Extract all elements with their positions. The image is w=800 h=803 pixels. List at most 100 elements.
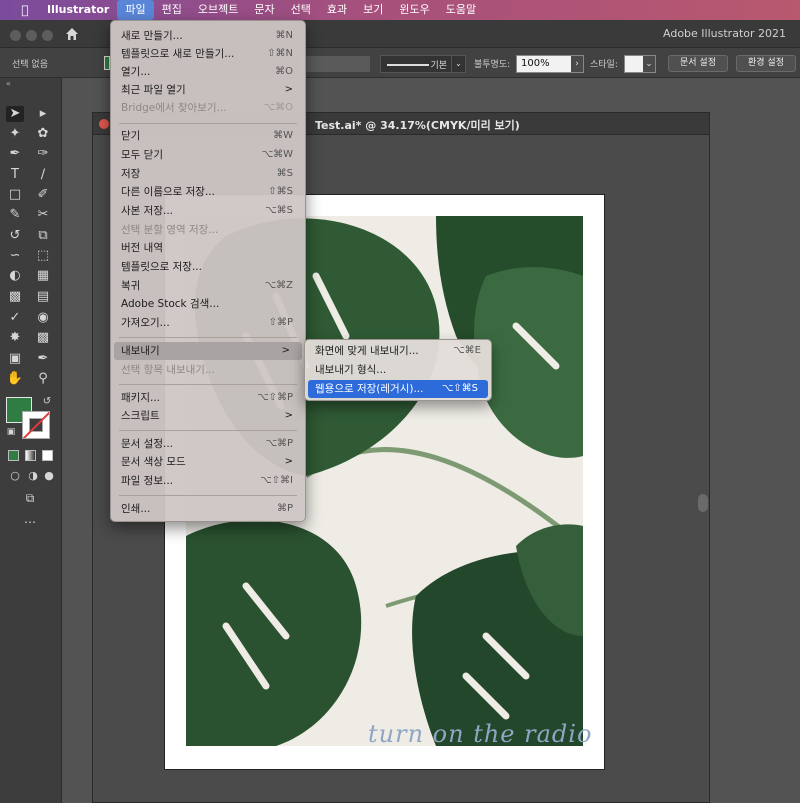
pen-tool-icon[interactable]: ✒ [6,146,24,162]
shaper-tool-icon[interactable]: ✎ [6,207,24,223]
stroke-style-dropdown[interactable]: 기본 ⌄ [380,55,466,73]
submenu-arrow-icon: > [284,456,293,467]
menu-effect[interactable]: 효과 [319,0,355,20]
paintbrush-tool-icon[interactable]: ✐ [34,187,52,203]
chevron-down-icon[interactable]: ⌄ [451,56,465,72]
rectangle-tool-icon[interactable]: □ [6,187,24,203]
collapse-panel-icon[interactable]: « [6,79,11,88]
artboard-tool-icon[interactable]: ▣ [6,351,24,367]
menu-item-document-setup[interactable]: 문서 설정... ⌥⌘P [111,435,305,453]
window-minimize-button[interactable] [26,30,37,41]
menu-item-place[interactable]: 가져오기... ⇧⌘P [111,314,305,332]
vertical-scrollbar[interactable] [698,494,708,512]
graphic-style-dropdown[interactable]: ⌄ [624,55,656,73]
free-transform-tool-icon[interactable]: ⬚ [34,248,52,264]
gradient-tool-icon[interactable]: ▤ [34,289,52,305]
selection-tool-icon[interactable]: ➤ [6,106,24,122]
preferences-button[interactable]: 환경 설정 [736,55,796,72]
menu-item-open-recent[interactable]: 최근 파일 열기 > [111,81,305,99]
menu-item-close[interactable]: 닫기 ⌘W [111,127,305,145]
slice-tool-icon[interactable]: ✒ [34,351,52,367]
eyedropper-tool-icon[interactable]: ✓ [6,310,24,326]
symbol-sprayer-icon[interactable]: ✸ [6,330,24,346]
scale-tool-icon[interactable]: ⧉ [34,228,52,244]
menu-item-open[interactable]: 열기... ⌘O [111,63,305,81]
menu-item-new-from-template[interactable]: 템플릿으로 새로 만들기... ⇧⌘N [111,45,305,63]
menu-item-save[interactable]: 저장 ⌘S [111,165,305,183]
menu-type[interactable]: 문자 [246,0,282,20]
menu-app-illustrator[interactable]: Illustrator [47,0,117,20]
perspective-grid-icon[interactable]: ▦ [34,268,52,284]
style-label: 스타일: [590,60,618,70]
hand-tool-icon[interactable]: ✋ [6,371,24,387]
scissors-tool-icon[interactable]: ✂ [34,207,52,223]
gradient-mode-icon[interactable] [25,450,36,461]
menu-item-save-as-template[interactable]: 템플릿으로 저장... [111,258,305,276]
menu-select[interactable]: 선택 [283,0,319,20]
width-tool-icon[interactable]: ∽ [6,248,24,264]
draw-normal-icon[interactable]: ○ [6,468,24,484]
line-tool-icon[interactable]: ∕ [34,167,52,183]
menu-item-new[interactable]: 새로 만들기... ⌘N [111,27,305,45]
window-zoom-button[interactable] [42,30,53,41]
menu-item-save-copy[interactable]: 사본 저장... ⌥⌘S [111,202,305,220]
file-menu: 새로 만들기... ⌘N 템플릿으로 새로 만들기... ⇧⌘N 열기... ⌘O 최… [110,20,306,522]
menu-item-label: 닫기 [121,130,141,142]
menu-item-export-for-screens[interactable]: 화면에 맞게 내보내기... ⌥⌘E [305,342,491,360]
more-tools-icon[interactable]: ⋯ [21,514,39,530]
opacity-input[interactable]: 100% › [516,55,584,73]
lasso-tool-icon[interactable]: ✿ [34,126,52,142]
rotate-tool-icon[interactable]: ↺ [6,228,24,244]
draw-inside-icon[interactable]: ● [40,468,58,484]
menu-item-save-for-web-legacy[interactable]: 웹용으로 저장(레거시)... ⌥⇧⌘S [308,380,488,398]
screen-mode-icon[interactable]: ⧉ [21,490,39,506]
menu-view[interactable]: 보기 [355,0,391,20]
magic-wand-icon[interactable]: ✦ [6,126,24,142]
none-slash-icon [23,412,49,438]
menu-object[interactable]: 오브젝트 [190,0,246,20]
menu-item-scripts[interactable]: 스크립트 > [111,407,305,425]
close-document-icon[interactable] [99,119,109,129]
menu-item-export-as[interactable]: 내보내기 형식... [305,361,491,379]
document-setup-button[interactable]: 문서 설정 [668,55,728,72]
menu-item-close-all[interactable]: 모두 닫기 ⌥⌘W [111,146,305,164]
mesh-tool-icon[interactable]: ▩ [6,289,24,305]
menu-item-revert[interactable]: 복귀 ⌥⌘Z [111,277,305,295]
home-icon[interactable] [64,26,80,42]
menu-item-package[interactable]: 패키지... ⌥⇧⌘P [111,389,305,407]
menu-item-save-as[interactable]: 다른 이름으로 저장... ⇧⌘S [111,183,305,201]
stroke-preview [387,64,429,66]
graph-tool-icon[interactable]: ▩ [34,330,52,346]
window-close-button[interactable] [10,30,21,41]
menu-item-file-info[interactable]: 파일 정보... ⌥⇧⌘I [111,472,305,490]
curvature-tool-icon[interactable]: ✑ [34,146,52,162]
menu-item-export-selection: 선택 항목 내보내기... [111,361,305,379]
menu-help[interactable]: 도움말 [438,0,484,20]
artwork-text: turn on the radio [368,720,593,748]
menu-item-version-history[interactable]: 버전 내역 [111,239,305,257]
swap-colors-icon[interactable]: ↺ [38,394,56,410]
blend-tool-icon[interactable]: ◉ [34,310,52,326]
menu-item-label: 최근 파일 열기 [121,84,186,96]
menu-file[interactable]: 파일 [117,0,154,20]
color-mode-icon[interactable] [8,450,19,461]
menu-item-document-color-mode[interactable]: 문서 색상 모드 > [111,453,305,471]
menu-item-export[interactable]: 내보내기 > [114,342,302,360]
menu-item-print[interactable]: 인쇄... ⌘P [111,500,305,518]
submenu-arrow-icon: > [281,345,290,356]
chevron-right-icon[interactable]: › [571,56,583,72]
document-title: Test.ai* @ 34.17%(CMYK/미리 보기) [315,119,520,132]
stroke-color-swatch[interactable] [22,411,50,439]
zoom-tool-icon[interactable]: ⚲ [34,371,52,387]
chevron-down-icon[interactable]: ⌄ [643,56,655,72]
menu-window[interactable]: 윈도우 [391,0,437,20]
direct-selection-tool-icon[interactable]: ▸ [34,106,52,122]
apple-icon[interactable]:  [17,3,33,17]
shape-builder-tool-icon[interactable]: ◐ [6,268,24,284]
menu-edit[interactable]: 편집 [154,0,190,20]
menu-item-search-adobe-stock[interactable]: Adobe Stock 검색... [111,295,305,313]
none-mode-icon[interactable] [42,450,53,461]
type-tool-icon[interactable]: T [6,167,24,183]
menu-item-shortcut: ⇧⌘N [267,48,293,59]
default-colors-icon[interactable]: ▣ [2,424,20,440]
